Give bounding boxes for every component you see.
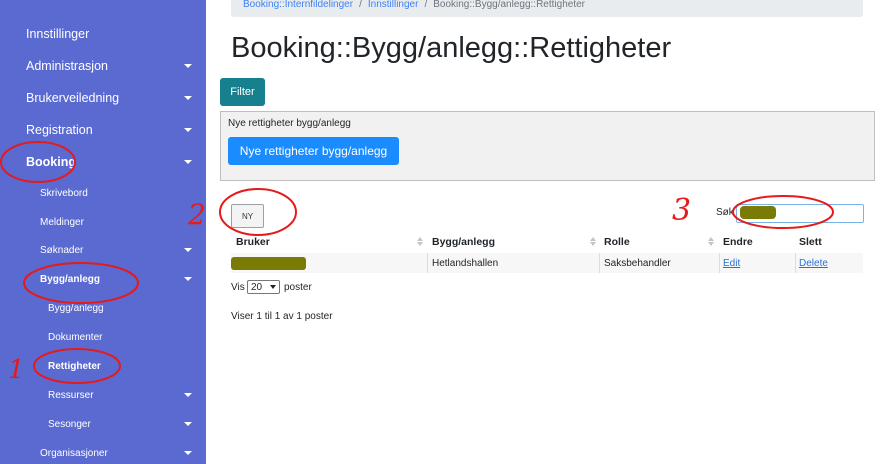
annotation-number-1: 1 [8,355,25,385]
annotation-circle-booking [0,141,76,183]
annotation-number-2: 2 [188,198,206,231]
redacted-search-value [740,206,776,219]
page: Innstillinger Administrasjon Brukerveile… [0,0,889,464]
annotation-circle-bygg-anlegg [23,262,139,304]
annotation-circle-rettigheter [33,348,121,384]
annotation-circle-ny [219,188,297,236]
annotation-number-3: 3 [672,193,692,228]
annotation-overlay [0,141,834,384]
